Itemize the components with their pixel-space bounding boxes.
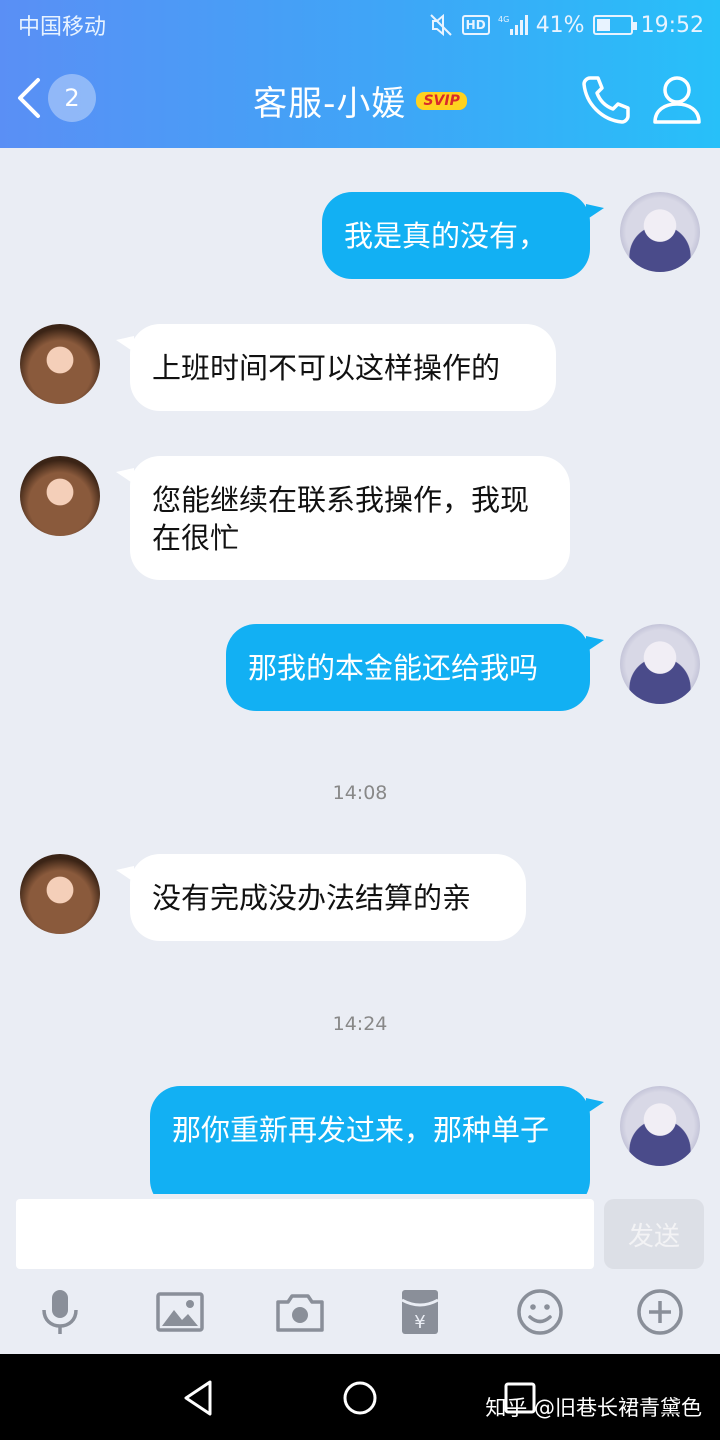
message-incoming: 您能继续在联系我操作，我现在很忙 xyxy=(0,418,720,588)
battery-percent: 41% xyxy=(535,12,585,38)
message-text: 没有完成没办法结算的亲 xyxy=(152,881,472,915)
message-bubble[interactable]: 没有完成没办法结算的亲 xyxy=(130,854,526,941)
contact-avatar[interactable] xyxy=(20,324,100,404)
status-indicators: HD 4G 41% 19:52 xyxy=(428,12,704,38)
plus-icon[interactable] xyxy=(634,1286,686,1338)
timestamp: 14:24 xyxy=(332,1013,388,1035)
message-outgoing: 那我的本金能还给我吗 xyxy=(0,588,720,728)
message-outgoing: 我是真的没有， xyxy=(0,148,720,288)
image-icon[interactable] xyxy=(154,1286,206,1338)
message-list[interactable]: 我是真的没有， 上班时间不可以这样操作的 您能继续在联系我操作，我现在很忙 那我… xyxy=(0,148,720,1194)
microphone-icon[interactable] xyxy=(34,1286,86,1338)
my-avatar[interactable] xyxy=(620,624,700,704)
battery-icon xyxy=(592,15,637,35)
hd-badge: HD xyxy=(461,15,490,35)
battery-level xyxy=(596,19,610,31)
status-bar: 中国移动 HD 4G 41% 19:52 xyxy=(0,0,720,50)
contact-avatar[interactable] xyxy=(20,456,100,536)
red-packet-icon[interactable]: ¥ xyxy=(394,1286,446,1338)
timestamp: 14:08 xyxy=(332,782,388,804)
message-bubble[interactable]: 那我的本金能还给我吗 xyxy=(226,624,590,711)
bubble-tail xyxy=(116,468,134,484)
message-bubble[interactable]: 上班时间不可以这样操作的 xyxy=(130,324,556,411)
nav-bar: 2 客服-小媛 SVIP xyxy=(0,50,720,148)
nav-home-icon[interactable] xyxy=(338,1376,382,1420)
carrier-label: 中国移动 xyxy=(18,15,107,40)
camera-icon[interactable] xyxy=(274,1286,326,1338)
signal-icon: 4G xyxy=(498,15,528,35)
input-toolbar: ¥ xyxy=(0,1286,720,1346)
svg-text:¥: ¥ xyxy=(414,1312,425,1333)
message-text: 我是真的没有， xyxy=(344,219,548,253)
message-text: 您能继续在联系我操作，我现在很忙 xyxy=(152,483,530,555)
my-avatar[interactable] xyxy=(620,192,700,272)
send-button[interactable]: 发送 xyxy=(604,1199,704,1269)
message-text: 上班时间不可以这样操作的 xyxy=(152,351,501,385)
my-avatar[interactable] xyxy=(620,1086,700,1166)
profile-icon[interactable] xyxy=(650,72,704,128)
message-input[interactable] xyxy=(16,1199,594,1269)
message-composer: 发送 ¥ xyxy=(0,1194,720,1354)
message-text: 那我的本金能还给我吗 xyxy=(248,651,539,685)
nav-back-icon[interactable] xyxy=(178,1376,222,1420)
svip-badge: SVIP xyxy=(416,91,467,110)
bubble-tail xyxy=(586,1098,604,1114)
network-label: 4G xyxy=(498,15,509,24)
message-bubble[interactable]: 那你重新再发过来，那种单子 xyxy=(150,1086,590,1194)
phone-call-icon[interactable] xyxy=(578,72,634,128)
bubble-tail xyxy=(116,866,134,882)
chat-header: 中国移动 HD 4G 41% 19:52 2 客服-小媛 SVIP xyxy=(0,0,720,148)
message-text: 那你重新再发过来，那种单子 xyxy=(172,1113,550,1147)
bubble-tail xyxy=(116,336,134,352)
bubble-tail xyxy=(586,204,604,220)
emoji-icon[interactable] xyxy=(514,1286,566,1338)
message-outgoing: 那你重新再发过来，那种单子 xyxy=(0,1048,720,1194)
message-bubble[interactable]: 您能继续在联系我操作，我现在很忙 xyxy=(130,456,570,580)
contact-avatar[interactable] xyxy=(20,854,100,934)
bubble-tail xyxy=(586,636,604,652)
message-incoming: 上班时间不可以这样操作的 xyxy=(0,288,720,418)
system-navigation-bar: 知乎 @旧巷长裙青黛色 xyxy=(0,1354,720,1440)
watermark: 知乎 @旧巷长裙青黛色 xyxy=(485,1396,702,1420)
contact-name: 客服-小媛 xyxy=(253,84,407,124)
clock: 19:52 xyxy=(640,12,704,38)
mute-icon xyxy=(429,13,452,37)
message-incoming: 没有完成没办法结算的亲 xyxy=(0,818,720,958)
message-bubble[interactable]: 我是真的没有， xyxy=(322,192,590,279)
